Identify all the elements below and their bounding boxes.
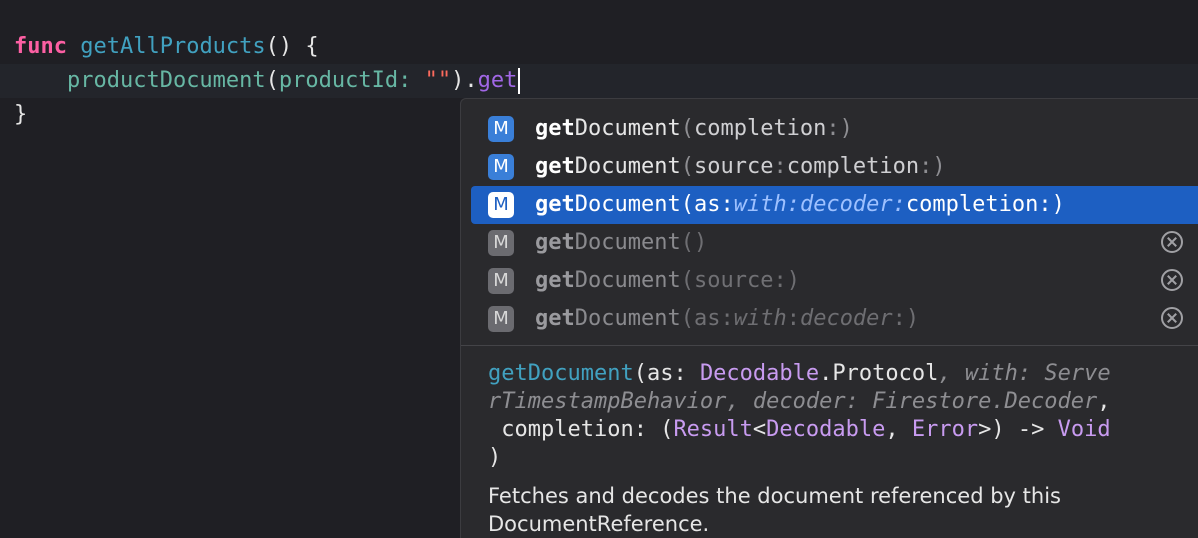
deprecated-icon (1161, 269, 1183, 291)
text-cursor (518, 68, 521, 94)
signature-line-2: rTimestampBehavior, decoder: Firestore.D… (488, 389, 1111, 414)
method-icon: M (488, 306, 514, 332)
method-icon: M (488, 116, 514, 142)
typed-text: get (477, 68, 518, 93)
popup-divider (461, 345, 1198, 346)
paren-open: ( (265, 68, 279, 93)
signature-line-1: getDocument(as: Decodable.Protocol, with… (488, 361, 1111, 386)
method-icon: M (488, 192, 514, 218)
method-icon: M (488, 268, 514, 294)
suggestion-item[interactable]: M getDocument(completion:) (471, 110, 1198, 148)
method-icon: M (488, 230, 514, 256)
deprecated-icon (1161, 231, 1183, 253)
code-line-2[interactable]: productDocument(productId: "").get (0, 64, 1198, 98)
deprecated-icon (1161, 307, 1183, 329)
code-line-1[interactable]: func getAllProducts() { (0, 30, 1198, 64)
suggestion-item-selected[interactable]: M getDocument(as:with:decoder:completion… (471, 186, 1198, 224)
suggestion-label: getDocument(as:with:decoder:completion:) (535, 192, 1065, 217)
suggestion-item[interactable]: M getDocument(source:completion:) (471, 148, 1198, 186)
suggestion-item-deprecated[interactable]: M getDocument(as:with:decoder:) (471, 300, 1198, 338)
suggestion-label: getDocument(completion:) (535, 116, 853, 141)
suggestion-label: getDocument(source:) (535, 268, 800, 293)
suggestion-label: getDocument() (535, 230, 708, 255)
function-name: getAllProducts (80, 34, 266, 59)
signature-line-3: completion: (Result<Decodable, Error>) -… (488, 417, 1111, 442)
function-tail: () { (265, 34, 319, 59)
suggestion-label: getDocument(source:completion:) (535, 154, 946, 179)
code-editor[interactable]: func getAllProducts() { productDocument(… (0, 0, 1198, 538)
suggestion-list: M getDocument(completion:) M getDocument… (461, 99, 1198, 338)
signature-line-4: ) (488, 445, 502, 470)
suggestion-item-deprecated[interactable]: M getDocument(source:) (471, 262, 1198, 300)
suggestion-item-deprecated[interactable]: M getDocument() (471, 224, 1198, 262)
suggestion-label: getDocument(as:with:decoder:) (535, 306, 920, 331)
keyword-func: func (14, 34, 67, 59)
documentation-panel: getDocument(as: Decodable.Protocol, with… (488, 360, 1188, 538)
call-name: productDocument (66, 68, 266, 93)
method-icon: M (488, 154, 514, 180)
param-label: productId: (278, 68, 412, 93)
documentation-description: Fetches and decodes the document referen… (488, 484, 1061, 536)
autocomplete-popup: M getDocument(completion:) M getDocument… (460, 98, 1198, 538)
string-literal: "" (424, 68, 452, 93)
paren-close-dot: ). (451, 68, 478, 93)
closing-brace: } (14, 102, 28, 127)
